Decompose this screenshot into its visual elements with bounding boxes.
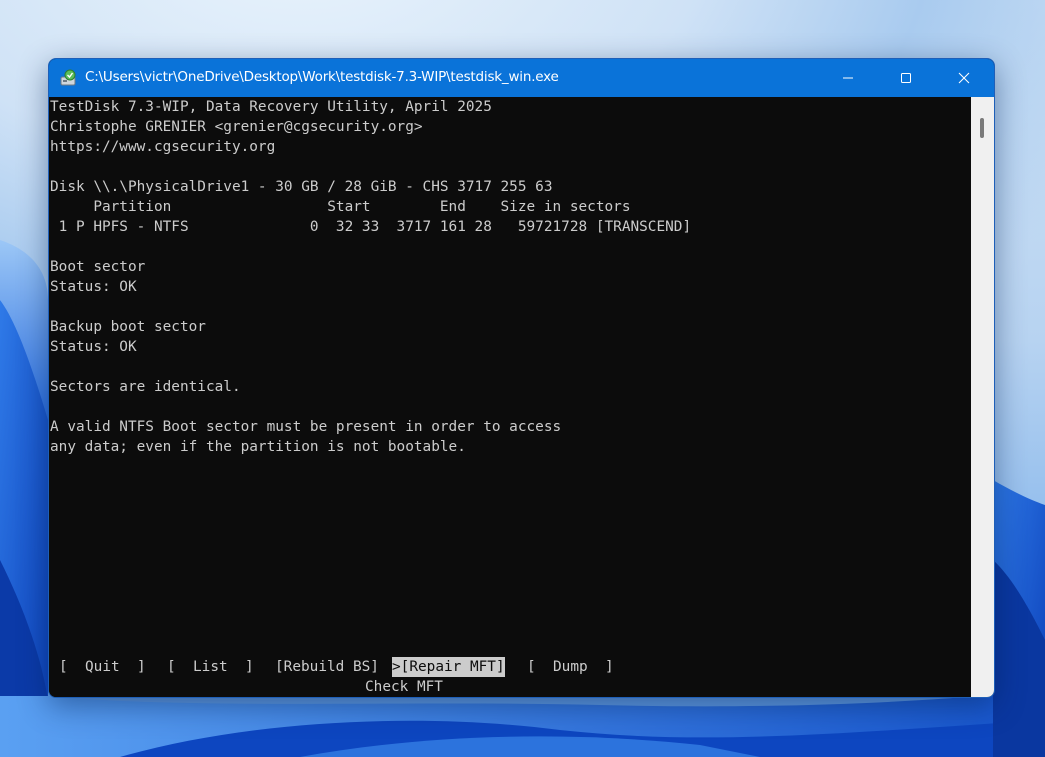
header-url: https://www.cgsecurity.org [50,139,276,155]
vertical-scrollbar[interactable] [971,97,994,697]
title-bar[interactable]: C:\Users\victr\OneDrive\Desktop\Work\tes… [49,59,994,97]
testdisk-app-icon [60,69,76,86]
boot-sector-label: Boot sector [50,259,146,275]
minimize-button[interactable] [819,59,877,97]
header-author: Christophe GRENIER <grenier@cgsecurity.o… [50,119,423,135]
close-icon [958,72,970,84]
testdisk-window: C:\Users\victr\OneDrive\Desktop\Work\tes… [48,58,995,698]
repair-mft-label: [Repair MFT] [400,659,505,675]
header-title: TestDisk 7.3-WIP, Data Recovery Utility,… [50,99,492,115]
info-line-1: A valid NTFS Boot sector must be present… [50,419,562,435]
backup-boot-sector-label: Backup boot sector [50,319,206,335]
console-output[interactable]: TestDisk 7.3-WIP, Data Recovery Utility,… [49,97,971,697]
list-option[interactable]: [ List ] [167,657,254,677]
partition-header: Partition Start End Size in sectors [50,199,631,215]
disk-info: Disk \\.\PhysicalDrive1 - 30 GB / 28 GiB… [50,179,553,195]
repair-mft-option[interactable]: >[Repair MFT] [392,657,505,677]
sectors-message: Sectors are identical. [50,379,241,395]
backup-boot-sector-status: Status: OK [50,339,137,355]
rebuild-bs-option[interactable]: [Rebuild BS] [275,657,379,677]
close-button[interactable] [935,59,993,97]
dump-option[interactable]: [ Dump ] [527,657,614,677]
window-title: C:\Users\victr\OneDrive\Desktop\Work\tes… [85,69,559,85]
menu-hint: Check MFT [365,679,443,695]
selection-cursor: > [392,659,401,675]
scrollbar-thumb[interactable] [980,118,984,138]
maximize-button[interactable] [877,59,935,97]
maximize-icon [901,73,911,83]
minimize-icon [843,77,853,79]
quit-option[interactable]: [ Quit ] [59,657,146,677]
partition-row: 1 P HPFS - NTFS 0 32 33 3717 161 28 5972… [50,219,692,235]
info-line-2: any data; even if the partition is not b… [50,439,466,455]
boot-sector-status: Status: OK [50,279,137,295]
